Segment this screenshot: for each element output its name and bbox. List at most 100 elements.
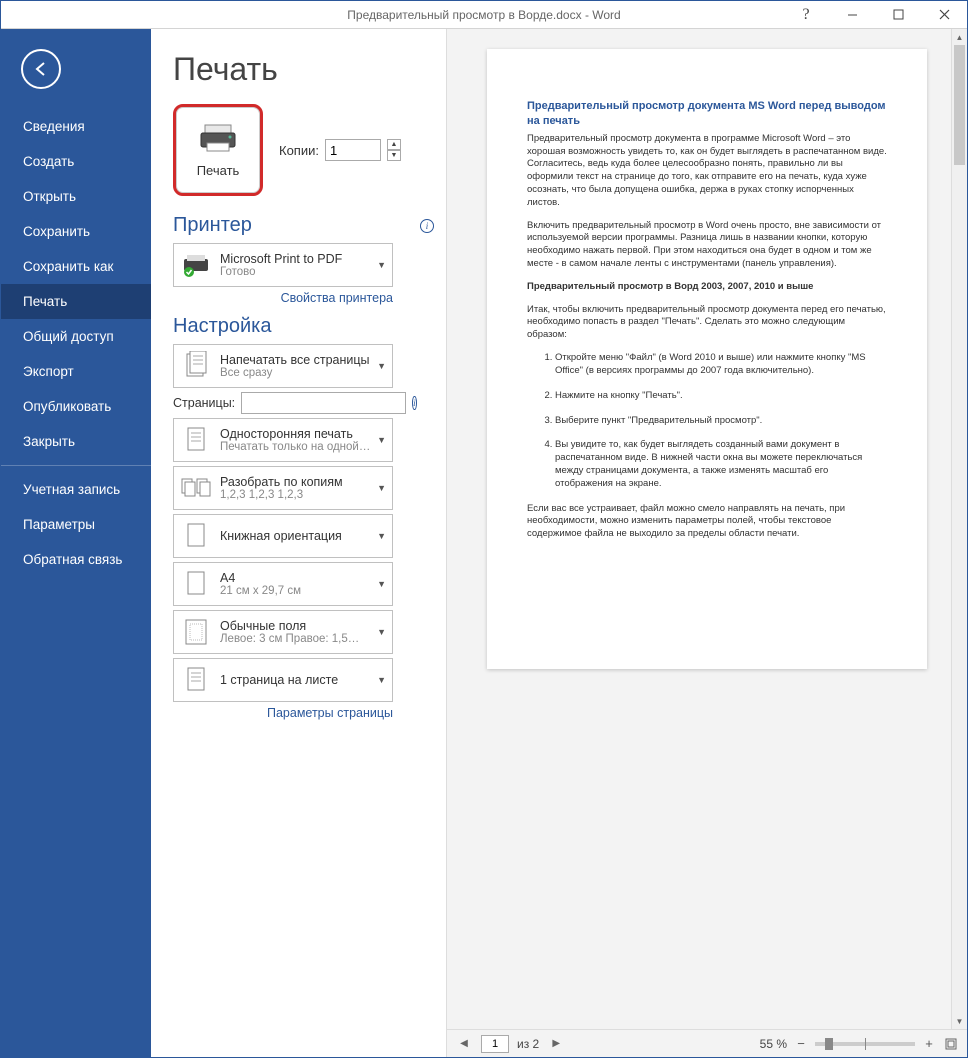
duplex-line2: Печатать только на одной… [220,441,386,453]
zoom-out-button[interactable]: − [793,1036,809,1052]
zoom-slider[interactable] [815,1042,915,1046]
sidebar-item-open[interactable]: Открыть [1,179,151,214]
preview-status-bar: ◀ из 2 ▶ 55 % − + [447,1029,967,1057]
info-icon[interactable]: i [412,396,417,410]
sidebar-item-export[interactable]: Экспорт [1,354,151,389]
back-button[interactable] [21,49,61,89]
sidebar-item-account[interactable]: Учетная запись [1,472,151,507]
close-button[interactable] [921,1,967,29]
copies-spin-down[interactable]: ▼ [387,150,401,161]
titlebar: Предварительный просмотр в Ворде.docx - … [1,1,967,29]
next-page-button[interactable]: ▶ [547,1035,565,1053]
duplex-line1: Односторонняя печать [220,427,386,441]
scroll-up-button[interactable]: ▲ [952,29,967,45]
close-icon [939,9,950,20]
single-side-icon [180,424,212,456]
doc-title: Предварительный просмотр документа MS Wo… [527,99,887,129]
print-button-label: Печать [197,163,240,178]
pages-input[interactable] [241,392,406,414]
chevron-down-icon: ▼ [377,260,386,270]
pages-label: Страницы: [173,396,235,410]
chevron-down-icon: ▼ [377,675,386,685]
print-settings-panel: Печать Печать Копии: [151,29,446,1057]
portrait-icon [180,520,212,552]
paper-icon [180,568,212,600]
info-icon[interactable]: i [420,219,434,233]
vertical-scrollbar[interactable]: ▲ ▼ [951,29,967,1029]
paper-line2: 21 см x 29,7 см [220,585,386,597]
sidebar-item-saveas[interactable]: Сохранить как [1,249,151,284]
doc-step-1: Откройте меню "Файл" (в Word 2010 и выше… [555,352,887,378]
paper-dropdown[interactable]: A4 21 см x 29,7 см ▼ [173,562,393,606]
sidebar-item-info[interactable]: Сведения [1,109,151,144]
sidebar-item-print[interactable]: Печать [1,284,151,319]
prev-page-button[interactable]: ◀ [455,1035,473,1053]
orientation-dropdown[interactable]: Книжная ориентация ▼ [173,514,393,558]
doc-p2: Включить предварительный просмотр в Word… [527,220,887,271]
page-number-input[interactable] [481,1035,509,1053]
zoom-level-label: 55 % [760,1037,787,1051]
chevron-down-icon: ▼ [377,361,386,371]
collate-line1: Разобрать по копиям [220,475,386,489]
per-sheet-dropdown[interactable]: 1 страница на листе ▼ [173,658,393,702]
doc-p4: Если вас все устраивает, файл можно смел… [527,503,887,541]
doc-subtitle: Предварительный просмотр в Ворд 2003, 20… [527,281,813,292]
doc-p3: Итак, чтобы включить предварительный про… [527,304,887,342]
page-title: Печать [173,51,434,88]
doc-step-3: Выберите пункт "Предварительный просмотр… [555,415,887,428]
print-button[interactable]: Печать [173,104,263,196]
scroll-down-button[interactable]: ▼ [952,1013,967,1029]
maximize-button[interactable] [875,1,921,29]
sidebar-item-share[interactable]: Общий доступ [1,319,151,354]
sidebar-item-new[interactable]: Создать [1,144,151,179]
sidebar-item-options[interactable]: Параметры [1,507,151,542]
margins-line1: Обычные поля [220,619,386,633]
minimize-icon [847,9,858,20]
fit-page-button[interactable] [943,1036,959,1052]
doc-step-4: Вы увидите то, как будет выглядеть созда… [555,439,887,490]
printer-properties-link[interactable]: Свойства принтера [173,291,393,305]
copies-input[interactable] [325,139,381,161]
preview-area[interactable]: Предварительный просмотр документа MS Wo… [447,29,967,1029]
chevron-down-icon: ▼ [377,531,386,541]
chevron-down-icon: ▼ [377,627,386,637]
printer-icon [199,123,237,153]
chevron-down-icon: ▼ [377,579,386,589]
minimize-button[interactable] [829,1,875,29]
collate-icon [180,472,212,504]
printer-dropdown[interactable]: Microsoft Print to PDF Готово ▼ [173,243,393,287]
page-setup-link[interactable]: Параметры страницы [173,706,393,720]
sidebar-item-feedback[interactable]: Обратная связь [1,542,151,577]
window-title: Предварительный просмотр в Ворде.docx - … [347,8,620,22]
margins-dropdown[interactable]: Обычные поля Левое: 3 см Правое: 1,5… ▼ [173,610,393,654]
margins-line2: Левое: 3 см Правое: 1,5… [220,633,386,645]
print-range-dropdown[interactable]: Напечатать все страницы Все сразу ▼ [173,344,393,388]
chevron-down-icon: ▼ [377,483,386,493]
scroll-thumb[interactable] [954,45,965,165]
zoom-in-button[interactable]: + [921,1036,937,1052]
margins-icon [180,616,212,648]
chevron-down-icon: ▼ [377,435,386,445]
sidebar-item-close[interactable]: Закрыть [1,424,151,459]
sidebar-item-save[interactable]: Сохранить [1,214,151,249]
maximize-icon [893,9,904,20]
per-sheet-line1: 1 страница на листе [220,673,386,687]
printer-heading: Принтер [173,214,252,237]
printer-name: Microsoft Print to PDF [220,252,386,266]
collate-line2: 1,2,3 1,2,3 1,2,3 [220,489,386,501]
printer-status: Готово [220,266,386,278]
print-preview-panel: Предварительный просмотр документа MS Wo… [446,29,967,1057]
per-sheet-icon [180,664,212,696]
doc-p1: Предварительный просмотр документа в про… [527,133,887,210]
sidebar-item-publish[interactable]: Опубликовать [1,389,151,424]
help-button[interactable]: ? [783,1,829,29]
copies-spin-up[interactable]: ▲ [387,139,401,150]
preview-page: Предварительный просмотр документа MS Wo… [487,49,927,669]
orientation-line1: Книжная ориентация [220,529,386,543]
duplex-dropdown[interactable]: Односторонняя печать Печатать только на … [173,418,393,462]
zoom-tick [865,1038,866,1050]
zoom-thumb[interactable] [825,1038,833,1050]
collate-dropdown[interactable]: Разобрать по копиям 1,2,3 1,2,3 1,2,3 ▼ [173,466,393,510]
print-range-line2: Все сразу [220,367,386,379]
fit-page-icon [944,1037,958,1051]
